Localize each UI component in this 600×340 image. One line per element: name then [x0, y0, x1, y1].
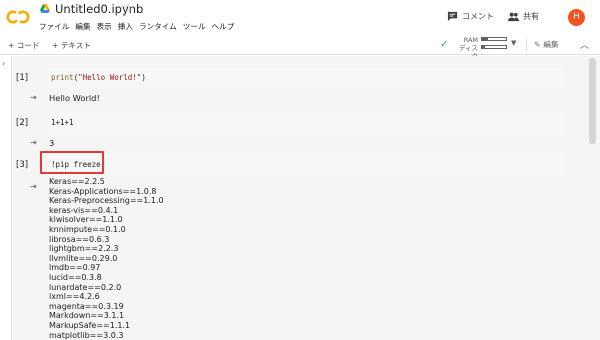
code-function: print — [51, 73, 74, 82]
add-code-button[interactable]: + コード — [8, 40, 40, 51]
package-line: Keras-Preprocessing==1.1.0 — [49, 196, 164, 206]
app-header: Untitled0.ipynb ☆ ファイル 編集 表示 挿入 ランタイム ツー… — [0, 0, 600, 36]
avatar[interactable]: H — [568, 9, 585, 26]
code-editor[interactable]: 1+1+1 — [51, 118, 74, 127]
package-line: Keras-Applications==1.0.8 — [49, 186, 157, 196]
code-paren-close: ) — [141, 73, 146, 82]
menu-insert[interactable]: 挿入 — [118, 21, 133, 32]
colab-logo[interactable] — [6, 9, 30, 25]
pip-freeze-output: Keras==2.2.5 Keras-Applications==1.0.8 Ker… — [49, 177, 164, 340]
code-string: "Hello World!" — [78, 73, 142, 82]
package-line: lmdb==0.97 — [49, 263, 101, 273]
cell-output: Hello World! — [49, 93, 100, 103]
menu-runtime[interactable]: ランタイム — [139, 21, 177, 32]
notebook-toolbar: + コード + テキスト ✓ RAM ディスク ▼ ✎ 編集 ︿ — [0, 36, 600, 60]
menu-tools[interactable]: ツール — [183, 21, 206, 32]
edit-label: 編集 — [543, 40, 559, 49]
pencil-icon: ✎ — [534, 40, 541, 49]
package-line: lxml==4.2.6 — [49, 292, 100, 302]
ram-meter-fill — [482, 38, 488, 40]
menu-file[interactable]: ファイル — [39, 21, 69, 32]
people-icon — [508, 12, 519, 22]
scrollbar-thumb[interactable] — [589, 58, 596, 144]
disk-meter-fill — [482, 46, 485, 48]
package-line: MarkupSafe==1.1.1 — [49, 320, 131, 330]
comment-button[interactable]: コメント — [447, 11, 494, 22]
ram-label: RAM — [463, 36, 478, 44]
package-line: knnimpute==0.1.0 — [49, 224, 126, 234]
package-line: lunardate==0.2.0 — [49, 282, 122, 292]
chevron-right-icon[interactable]: › — [2, 59, 5, 68]
comment-icon — [447, 11, 458, 22]
ram-meter[interactable] — [481, 37, 507, 41]
cell-execution-count: [3] — [16, 160, 29, 170]
check-icon: ✓ — [440, 39, 449, 50]
package-line: magenta==0.3.19 — [49, 301, 124, 311]
package-line: lightgbm==2.2.3 — [49, 244, 119, 254]
comment-label: コメント — [462, 12, 494, 21]
drive-icon — [40, 4, 50, 13]
share-button[interactable]: 共有 — [508, 11, 539, 22]
output-icon[interactable]: ⇥ — [30, 93, 37, 102]
left-rail: › — [0, 56, 12, 340]
menu-bar: ファイル 編集 表示 挿入 ランタイム ツール ヘルプ — [39, 21, 234, 32]
cell-output: 3 — [49, 138, 55, 148]
toolbar-divider — [526, 39, 527, 51]
package-line: Keras==2.2.5 — [49, 177, 105, 186]
menu-help[interactable]: ヘルプ — [212, 21, 235, 32]
package-line: lucid==0.3.8 — [49, 272, 102, 282]
output-icon[interactable]: ⇥ — [30, 138, 37, 147]
package-line: kiwisolver==1.1.0 — [49, 215, 123, 225]
edit-mode-button[interactable]: ✎ 編集 — [534, 39, 559, 50]
package-line: librosa==0.6.3 — [49, 234, 110, 244]
package-line: Markdown==3.1.1 — [49, 311, 125, 321]
package-line: keras-vis==0.4.1 — [49, 205, 119, 215]
chevron-down-icon[interactable]: ▼ — [511, 39, 516, 47]
disk-meter[interactable] — [481, 45, 507, 49]
cell-execution-count: [1] — [16, 73, 29, 83]
chevron-up-icon[interactable]: ︿ — [580, 38, 589, 51]
package-line: matplotlib==3.0.3 — [49, 330, 124, 340]
menu-edit[interactable]: 編集 — [75, 21, 90, 32]
output-icon[interactable]: ⇥ — [30, 182, 37, 191]
share-label: 共有 — [523, 12, 539, 21]
code-editor[interactable]: print("Hello World!") — [51, 73, 146, 82]
star-icon[interactable]: ☆ — [123, 1, 134, 15]
cell-execution-count: [2] — [16, 118, 29, 128]
code-cell[interactable] — [48, 155, 564, 175]
code-cell[interactable] — [48, 113, 564, 133]
menu-view[interactable]: 表示 — [97, 21, 112, 32]
add-text-button[interactable]: + テキスト — [52, 40, 91, 51]
highlight-annotation — [40, 151, 104, 174]
package-line: llvmlite==0.29.0 — [49, 253, 118, 263]
